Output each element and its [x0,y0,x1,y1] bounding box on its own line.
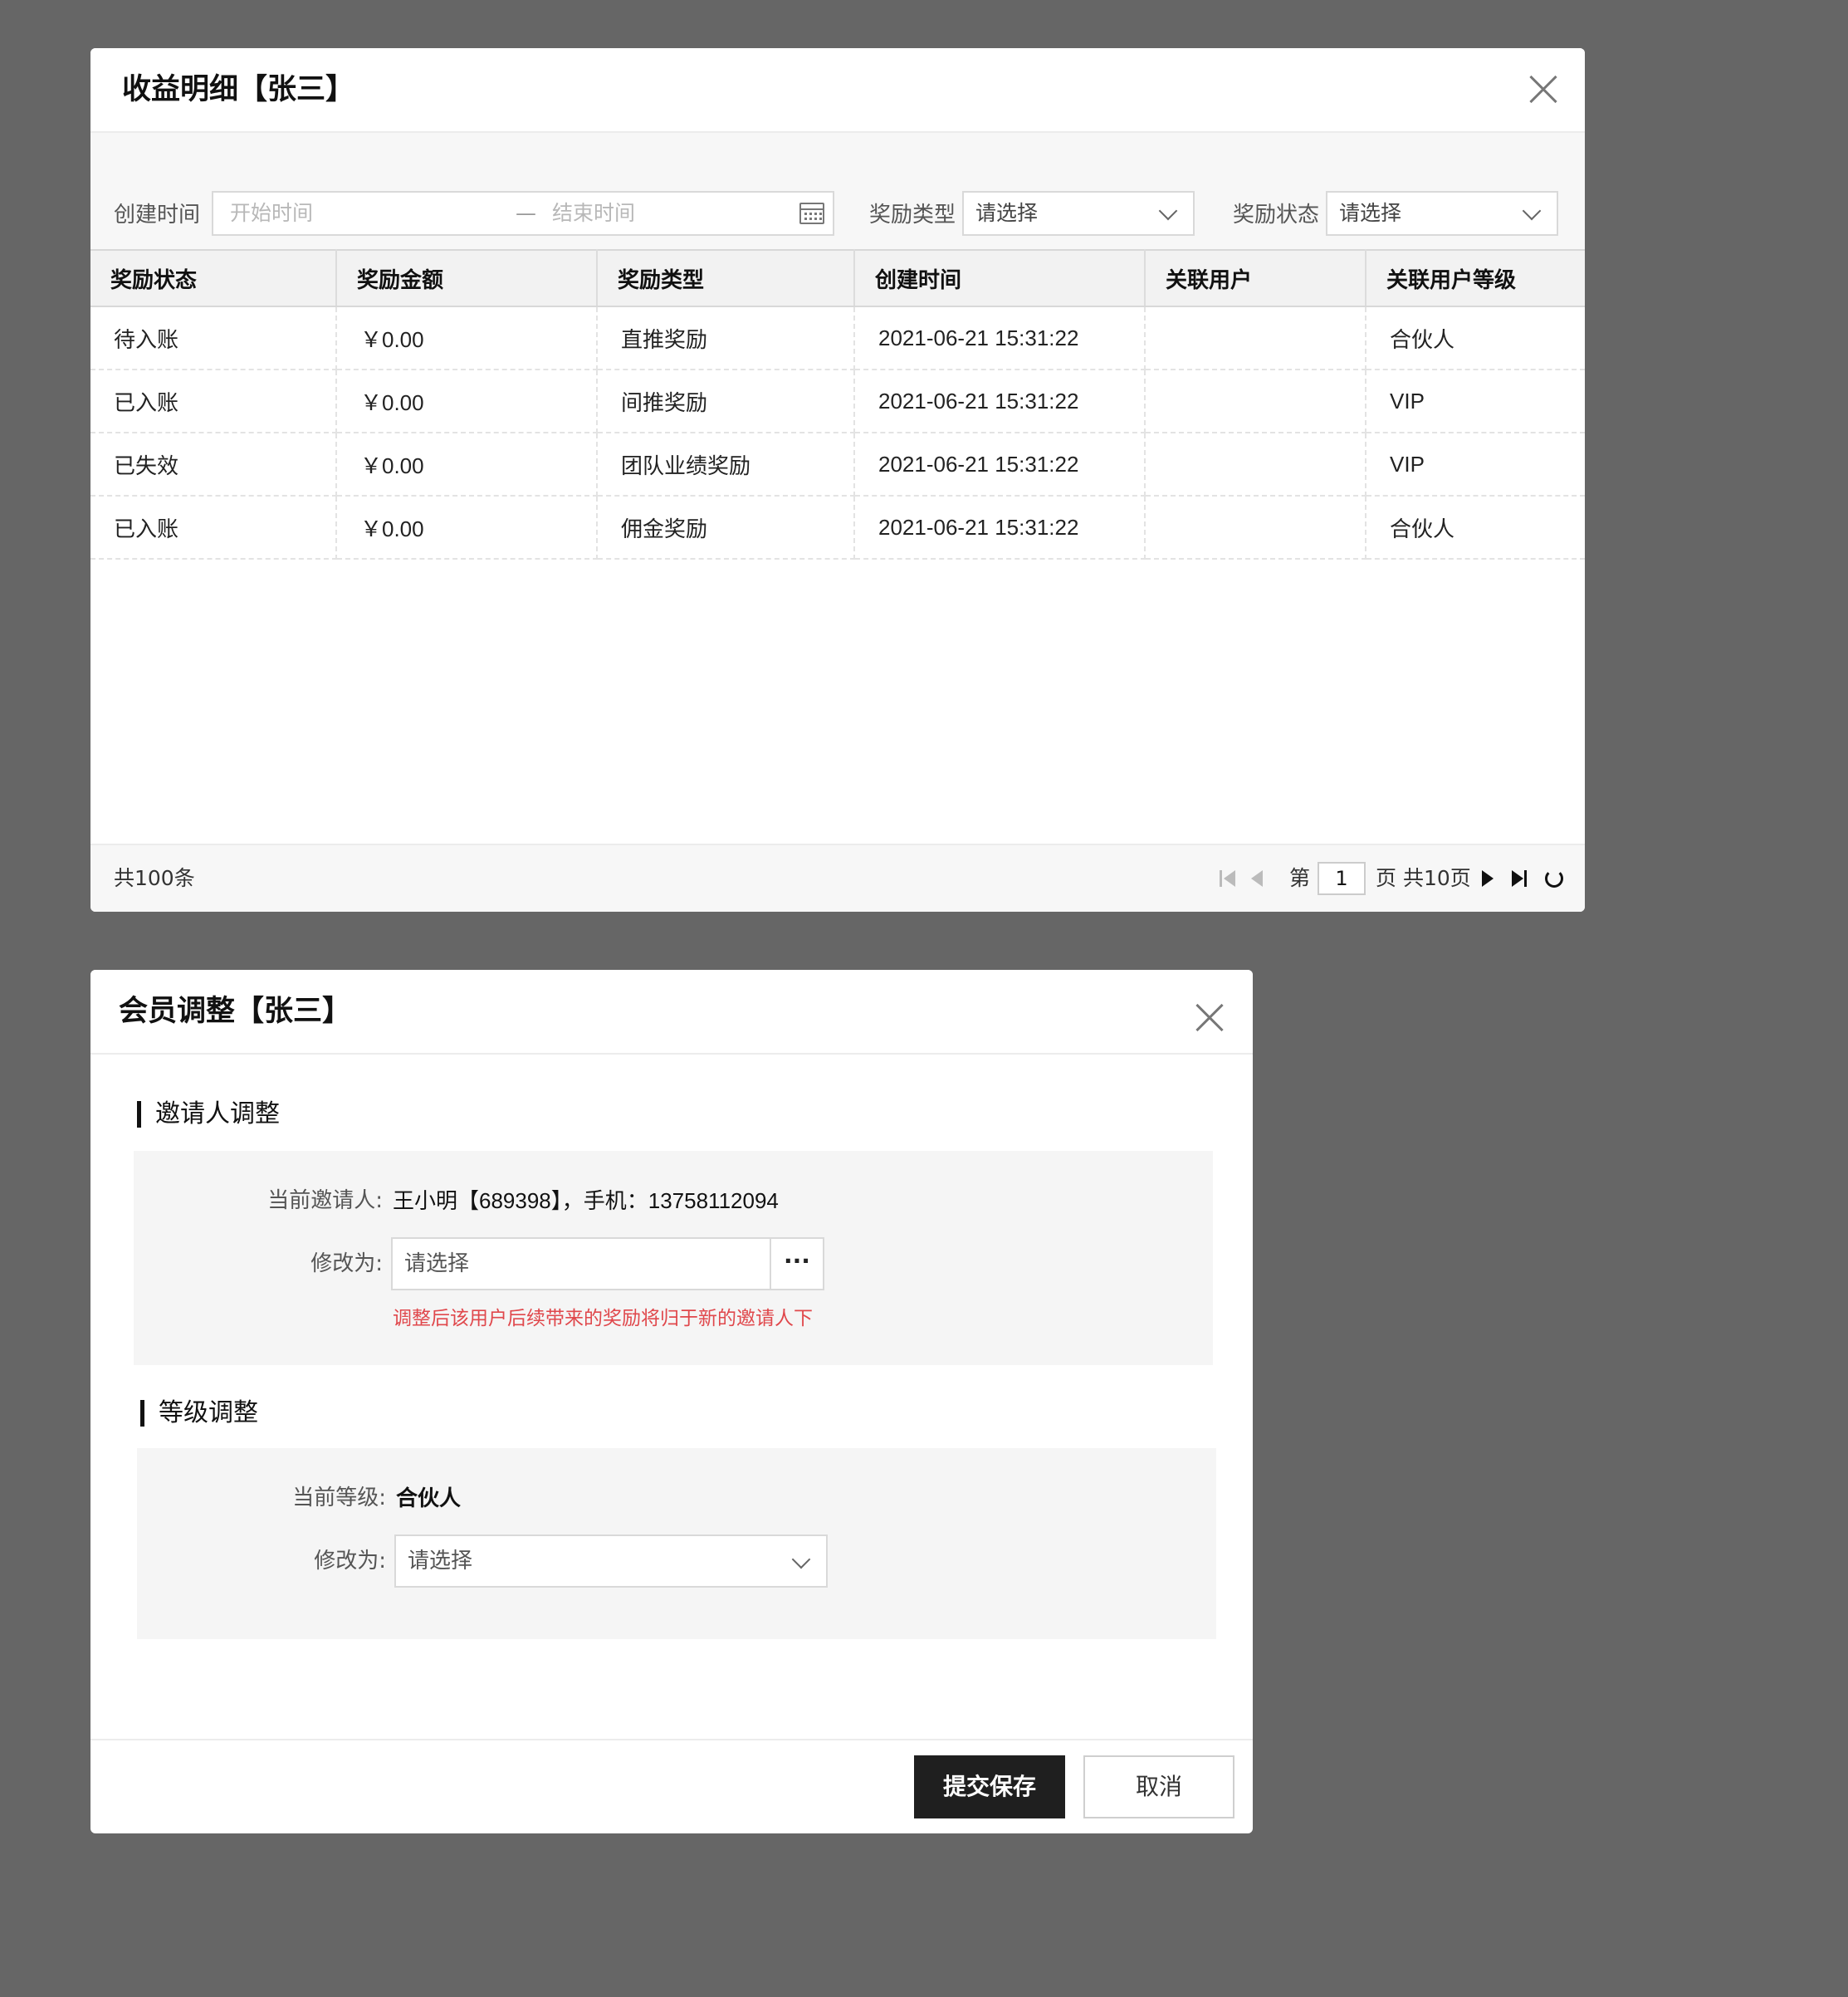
range-separator: — [516,201,536,225]
reward-type-label: 奖励类型 [869,203,956,228]
inviter-section-title: 邀请人调整 [137,1098,280,1131]
created-cell: 2021-06-21 15:31:22 [854,370,1146,433]
start-time-input[interactable]: 开始时间 [230,193,313,234]
status-cell: 已入账 [90,370,337,433]
earnings-table: 奖励状态 奖励金额 奖励类型 创建时间 关联用户 关联用户等级 待入账 ￥0.0… [90,249,1585,560]
chevron-down-icon [1522,201,1542,221]
col-header-user[interactable]: 关联用户 [1145,249,1366,307]
inviter-input[interactable]: 请选择 [404,1239,469,1289]
current-inviter-label: 当前邀请人: [267,1188,383,1213]
col-header-type[interactable]: 奖励类型 [597,249,855,307]
earnings-dialog-header: 收益明细【张三】 [90,48,1585,133]
inviter-picker[interactable]: 请选择 ··· [391,1237,824,1290]
current-inviter-value: 王小明【689398】，手机：13758112094 [393,1188,779,1213]
reward-type-select[interactable]: 请选择 [962,191,1195,236]
type-cell: 间推奖励 [597,370,855,433]
current-level-value: 合伙人 [396,1486,462,1510]
created-cell: 2021-06-21 15:31:22 [854,433,1146,497]
status-cell: 待入账 [90,306,337,370]
reward-status-select[interactable]: 请选择 [1326,191,1558,236]
prev-page-icon[interactable] [1251,870,1263,887]
type-cell: 佣金奖励 [597,496,855,560]
reward-type-value: 请选择 [975,201,1039,225]
reward-status-value: 请选择 [1339,201,1402,225]
user-cell [1145,496,1366,560]
member-adjust-dialog: 会员调整【张三】 邀请人调整 当前邀请人: 王小明【689398】，手机：137… [90,970,1253,1833]
inviter-hint: 调整后该用户后续带来的奖励将归于新的邀请人下 [393,1308,813,1329]
col-header-amount[interactable]: 奖励金额 [336,249,598,307]
user-cell [1145,433,1366,497]
earnings-dialog-title: 收益明细【张三】 [122,73,355,106]
current-level-label: 当前等级: [292,1486,386,1510]
change-level-label: 修改为: [314,1549,386,1574]
chevron-down-icon [791,1549,811,1569]
member-dialog-title: 会员调整【张三】 [119,995,352,1028]
change-inviter-label: 修改为: [310,1251,383,1276]
user-cell [1145,370,1366,433]
cancel-button[interactable]: 取消 [1083,1755,1234,1818]
member-dialog-footer: 提交保存 取消 [90,1739,1253,1833]
page-prefix: 第 [1289,866,1311,890]
level-section-title: 等级调整 [140,1397,258,1430]
refresh-icon[interactable] [1545,869,1563,888]
status-cell: 已失效 [90,433,337,497]
table-row[interactable]: 已入账 ￥0.00 间推奖励 2021-06-21 15:31:22 VIP [90,370,1585,433]
created-cell: 2021-06-21 15:31:22 [854,306,1146,370]
pagination-bar: 共100条 第 1 页 共10页 [90,844,1585,912]
end-time-input[interactable]: 结束时间 [552,193,635,234]
col-header-created[interactable]: 创建时间 [854,249,1146,307]
close-icon[interactable] [1195,1003,1224,1031]
amount-cell: ￥0.00 [336,370,598,433]
submit-save-button[interactable]: 提交保存 [914,1755,1065,1818]
created-cell: 2021-06-21 15:31:22 [854,496,1146,560]
inviter-panel: 当前邀请人: 王小明【689398】，手机：13758112094 修改为: 请… [134,1151,1213,1365]
table-row[interactable]: 已失效 ￥0.00 团队业绩奖励 2021-06-21 15:31:22 VIP [90,433,1585,497]
col-header-level[interactable]: 关联用户等级 [1366,249,1585,307]
level-cell: VIP [1366,370,1585,433]
level-cell: 合伙人 [1366,306,1585,370]
level-select-value: 请选择 [408,1549,473,1574]
type-cell: 团队业绩奖励 [597,433,855,497]
chevron-down-icon [1158,201,1178,221]
amount-cell: ￥0.00 [336,496,598,560]
member-dialog-header: 会员调整【张三】 [90,970,1253,1055]
level-select[interactable]: 请选择 [394,1534,828,1588]
reward-status-label: 奖励状态 [1233,203,1320,228]
page-number-input[interactable]: 1 [1318,862,1366,895]
col-header-status[interactable]: 奖励状态 [90,249,337,307]
calendar-icon[interactable] [799,203,824,224]
next-page-icon[interactable] [1482,870,1494,887]
earnings-dialog: 收益明细【张三】 创建时间 开始时间 — 结束时间 奖励类型 请选择 奖励状态 … [90,48,1585,912]
date-range-picker[interactable]: 开始时间 — 结束时间 [212,191,834,236]
amount-cell: ￥0.00 [336,306,598,370]
type-cell: 直推奖励 [597,306,855,370]
more-icon[interactable]: ··· [770,1239,823,1289]
user-cell [1145,306,1366,370]
created-time-label: 创建时间 [114,203,201,228]
amount-cell: ￥0.00 [336,433,598,497]
table-row[interactable]: 待入账 ￥0.00 直推奖励 2021-06-21 15:31:22 合伙人 [90,306,1585,370]
level-panel: 当前等级: 合伙人 修改为: 请选择 [137,1448,1216,1639]
table-header-row: 奖励状态 奖励金额 奖励类型 创建时间 关联用户 关联用户等级 [90,249,1585,307]
page-suffix: 页 共10页 [1376,866,1471,890]
total-count: 共100条 [114,866,195,890]
status-cell: 已入账 [90,496,337,560]
table-row[interactable]: 已入账 ￥0.00 佣金奖励 2021-06-21 15:31:22 合伙人 [90,496,1585,560]
level-cell: VIP [1366,433,1585,497]
level-cell: 合伙人 [1366,496,1585,560]
close-icon[interactable] [1529,75,1557,103]
